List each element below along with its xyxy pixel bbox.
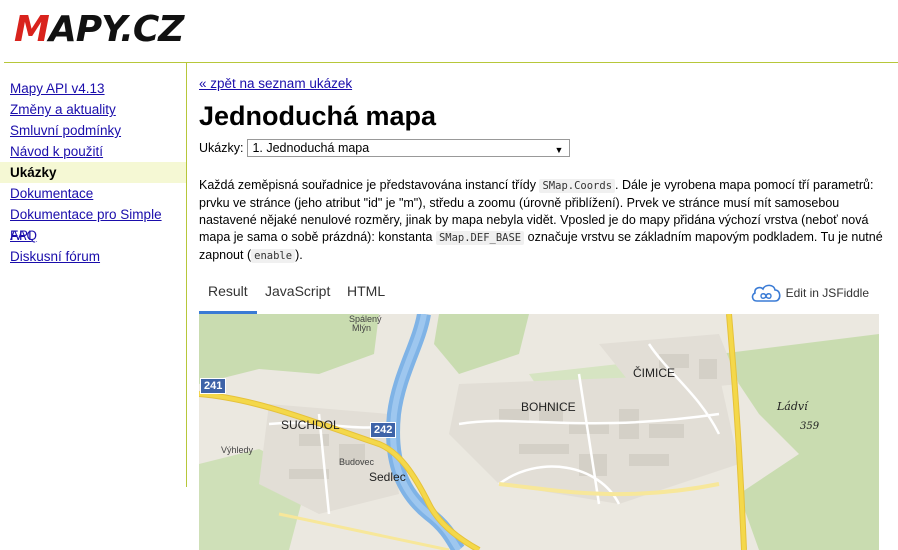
road-shield-242: 242 bbox=[370, 422, 397, 438]
map-label-cimice: ČIMICE bbox=[633, 366, 675, 380]
back-to-examples-link[interactable]: « zpět na seznam ukázek bbox=[199, 76, 352, 91]
tab-javascript[interactable]: JavaScript bbox=[256, 279, 339, 314]
tab-html[interactable]: HTML bbox=[338, 279, 394, 314]
map-tiles bbox=[199, 314, 879, 550]
sidebar-item-forum[interactable]: Diskusní fórum bbox=[0, 246, 186, 267]
sidebar-item-dokumentace[interactable]: Dokumentace bbox=[0, 183, 186, 204]
map-label-sedlec: Sedlec bbox=[369, 470, 406, 484]
mapy-cz-logo[interactable]: MAPY.CZ bbox=[14, 10, 184, 50]
sidebar-link[interactable]: Smluvní podmínky bbox=[10, 123, 121, 138]
map-label-elevation: 359 bbox=[800, 421, 820, 432]
example-select-value: 1. Jednoduchá mapa bbox=[252, 141, 370, 155]
dropdown-arrow-icon: ▼ bbox=[554, 145, 564, 155]
map-label-suchdol: SUCHDOL bbox=[281, 418, 340, 432]
sidebar-item-zmeny[interactable]: Změny a aktuality bbox=[0, 99, 186, 120]
sidebar-item-ukazky[interactable]: Ukázky bbox=[0, 162, 186, 183]
sidebar-link[interactable]: Změny a aktuality bbox=[10, 102, 116, 117]
example-description: Každá zeměpisná souřadnice je představov… bbox=[199, 178, 883, 263]
example-select[interactable]: 1. Jednoduchá mapa ▼ bbox=[247, 139, 571, 157]
sidebar: Mapy API v4.13 Změny a aktuality Smluvní… bbox=[0, 63, 187, 487]
sidebar-item-podminky[interactable]: Smluvní podmínky bbox=[0, 120, 186, 141]
example-select-row: Ukázky: 1. Jednoduchá mapa ▼ bbox=[199, 139, 571, 157]
sidebar-link[interactable]: Ukázky bbox=[10, 165, 57, 180]
jsfiddle-label: Edit in JSFiddle bbox=[785, 286, 869, 300]
road-shield-241: 241 bbox=[200, 378, 227, 394]
sidebar-link[interactable]: Návod k použití bbox=[10, 144, 103, 159]
header: MAPY.CZ bbox=[0, 0, 898, 62]
sidebar-link[interactable]: FAQ bbox=[10, 228, 37, 243]
sidebar-item-navod[interactable]: Návod k použití bbox=[0, 141, 186, 162]
edit-in-jsfiddle-button[interactable]: Edit in JSFiddle bbox=[749, 281, 869, 305]
sidebar-link[interactable]: Mapy API v4.13 bbox=[10, 81, 105, 96]
sidebar-item-dokumentace-simple[interactable]: Dokumentace pro Simple API bbox=[0, 204, 186, 243]
code-smap-def-base: SMap.DEF_BASE bbox=[435, 231, 525, 245]
sidebar-item-faq[interactable]: FAQ bbox=[0, 225, 186, 246]
example-select-label: Ukázky: bbox=[199, 141, 244, 155]
jsfiddle-cloud-icon bbox=[751, 284, 781, 302]
map-label-budovec: Budovec bbox=[339, 457, 375, 467]
sidebar-link[interactable]: Dokumentace bbox=[10, 186, 93, 201]
map-label-mlyn: Mlýn bbox=[352, 323, 372, 333]
map-label-vyhledy: Výhledy bbox=[221, 445, 254, 455]
sidebar-link[interactable]: Diskusní fórum bbox=[10, 249, 100, 264]
sidebar-nav: Mapy API v4.13 Změny a aktuality Smluvní… bbox=[0, 63, 186, 267]
map-label-bohnice: BOHNICE bbox=[521, 400, 576, 414]
map-view[interactable]: Spálený Mlýn ČIMICE BOHNICE SUCHDOL Výhl… bbox=[199, 314, 879, 550]
code-tabs: Result JavaScript HTML Edit in JSFiddle bbox=[199, 279, 879, 314]
map-label-ladvi: Ládví bbox=[777, 400, 808, 413]
page-title: Jednoduchá mapa bbox=[199, 101, 437, 131]
code-smap-coords: SMap.Coords bbox=[539, 179, 616, 193]
tab-result[interactable]: Result bbox=[199, 279, 257, 314]
code-enable: enable bbox=[251, 249, 296, 263]
sidebar-item-mapy-api[interactable]: Mapy API v4.13 bbox=[0, 78, 186, 99]
